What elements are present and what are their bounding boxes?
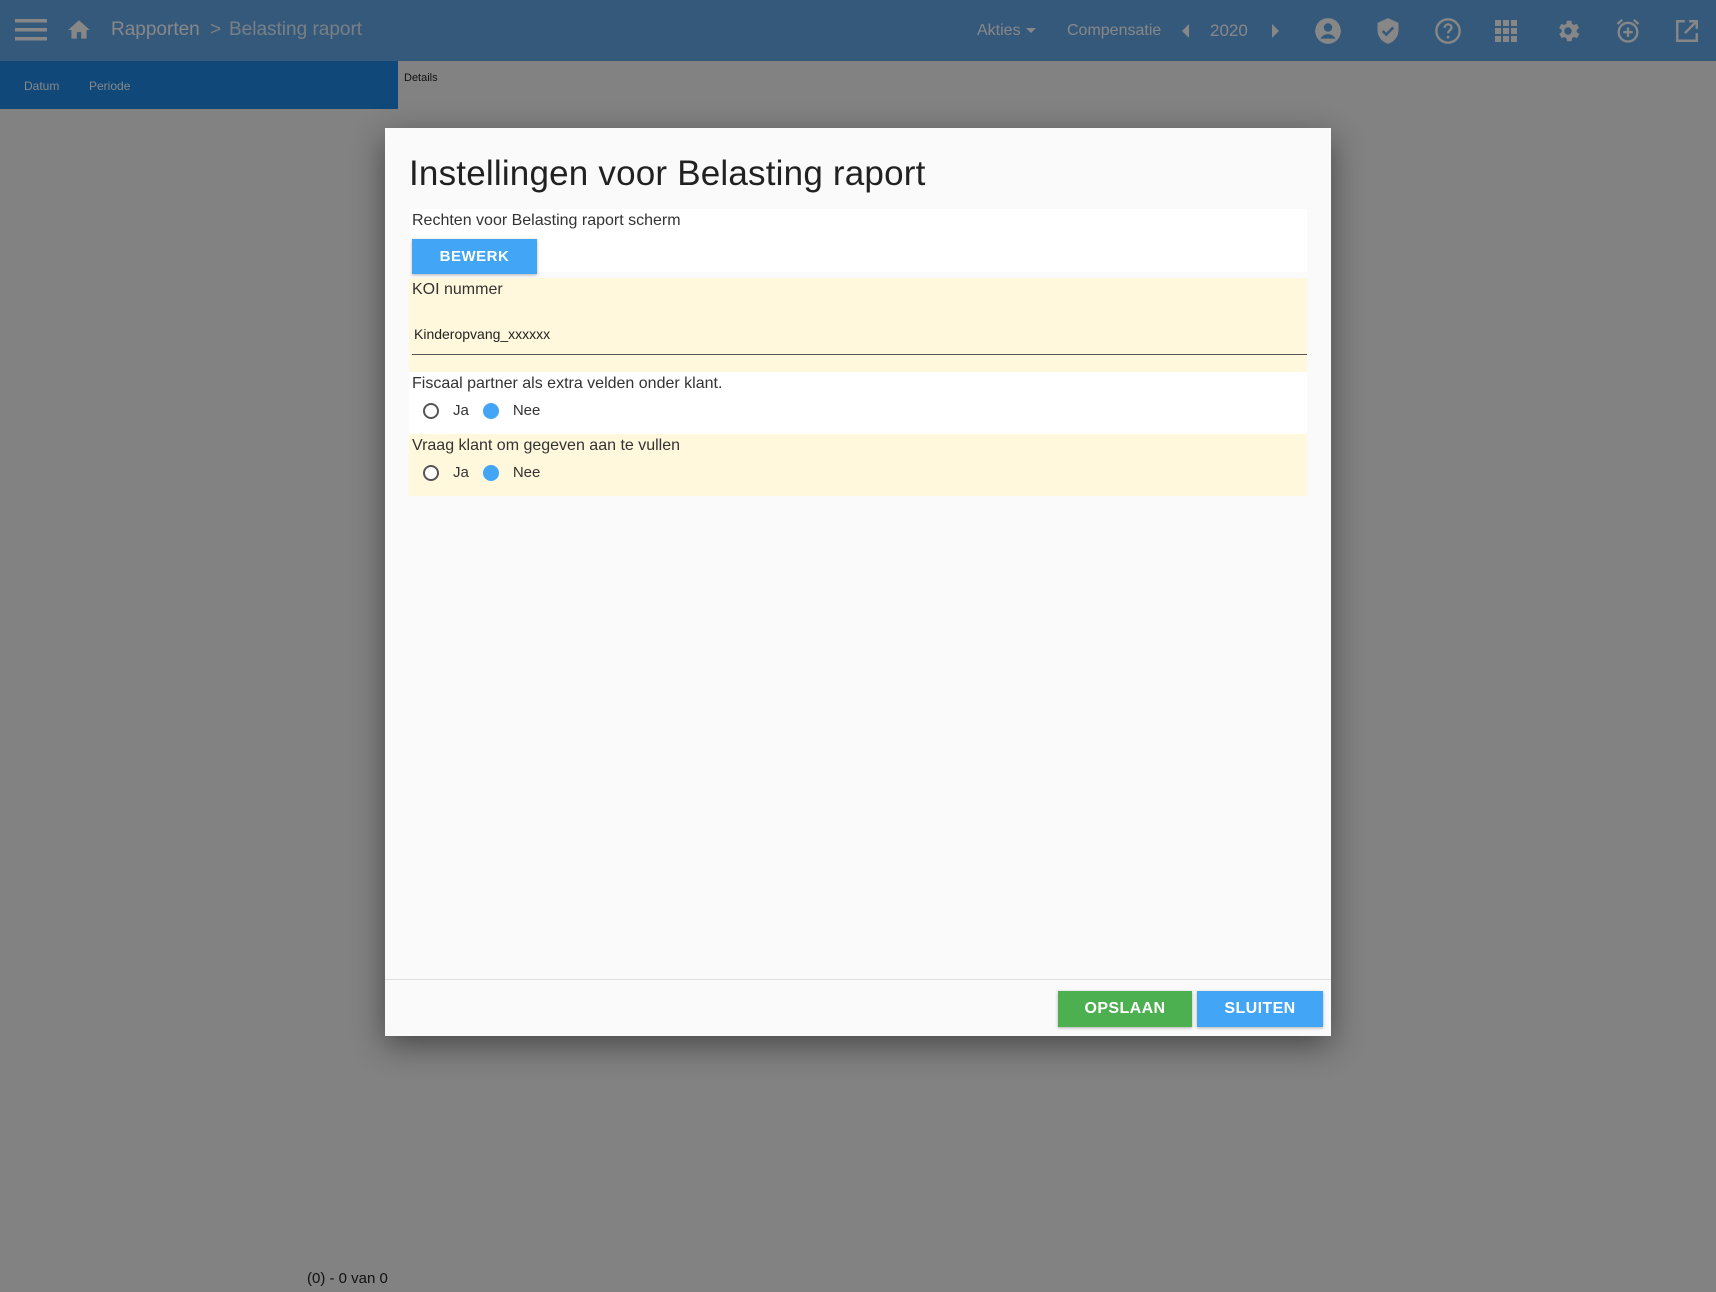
fiscal-partner-label: Fiscaal partner als extra velden onder k… [412, 375, 723, 392]
permissions-section: Rechten voor Belasting raport scherm BEW… [409, 209, 1307, 274]
fiscal-partner-section: Fiscaal partner als extra velden onder k… [409, 372, 1307, 434]
fiscal-partner-nee-radio[interactable] [482, 402, 499, 419]
ask-client-nee-label[interactable]: Nee [513, 464, 541, 481]
koi-section: KOI nummer [409, 278, 1307, 372]
fiscal-partner-ja-radio[interactable] [423, 402, 439, 419]
koi-label: KOI nummer [412, 281, 503, 298]
ask-client-label: Vraag klant om gegeven aan te vullen [412, 437, 681, 454]
settings-dialog: Instellingen voor Belasting raport Recht… [385, 128, 1331, 1036]
edit-permissions-button[interactable]: BEWERK [412, 239, 537, 274]
permissions-label: Rechten voor Belasting raport scherm [412, 212, 681, 229]
ask-client-ja-label[interactable]: Ja [453, 464, 469, 481]
ask-client-section: Vraag klant om gegeven aan te vullen Ja … [409, 434, 1307, 496]
fiscal-partner-nee-label[interactable]: Nee [513, 402, 541, 419]
fiscal-partner-ja-label[interactable]: Ja [453, 402, 469, 419]
koi-number-input[interactable] [412, 314, 1307, 355]
ask-client-nee-radio[interactable] [482, 464, 499, 481]
ask-client-ja-radio[interactable] [423, 464, 439, 481]
dialog-title: Instellingen voor Belasting raport [409, 154, 926, 193]
fiscal-partner-radio-group: Ja Nee [423, 402, 554, 419]
ask-client-radio-group: Ja Nee [423, 464, 554, 481]
close-button[interactable]: SLUITEN [1197, 991, 1323, 1027]
save-button[interactable]: OPSLAAN [1058, 991, 1192, 1027]
dialog-footer: OPSLAAN SLUITEN [385, 979, 1331, 1036]
